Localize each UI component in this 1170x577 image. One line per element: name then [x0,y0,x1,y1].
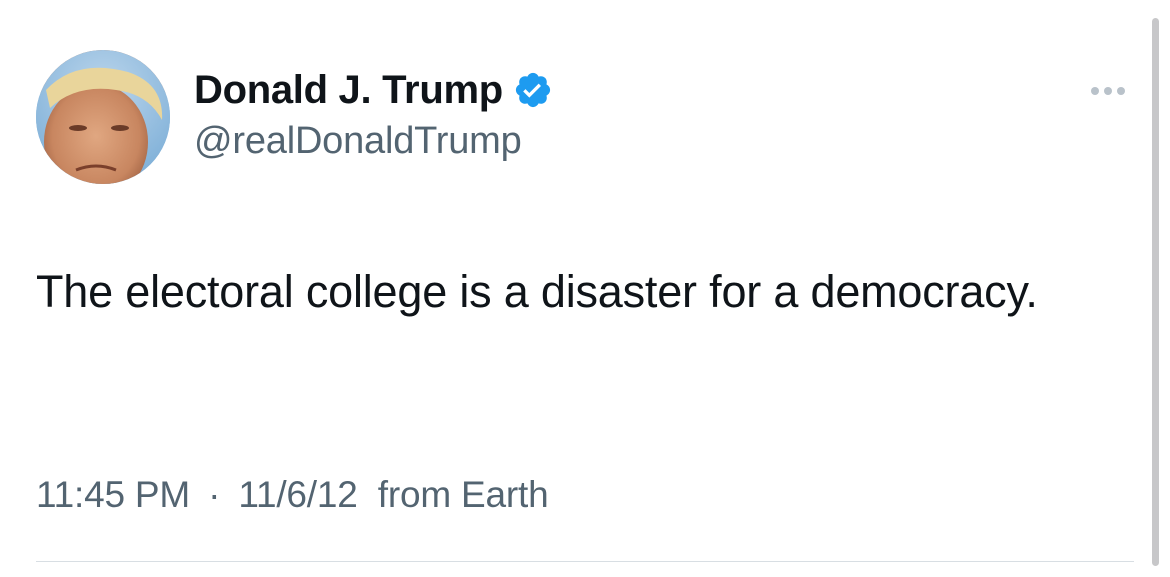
tweet-source: from Earth [377,474,549,515]
tweet-text: The electoral college is a disaster for … [36,266,1038,317]
divider [36,561,1134,562]
more-dot-icon [1104,87,1112,95]
author-display-name[interactable]: Donald J. Trump [194,68,503,113]
avatar-photo-icon [36,50,170,184]
more-dot-icon [1117,87,1125,95]
verified-badge-icon[interactable] [513,70,553,110]
more-dot-icon [1091,87,1099,95]
avatar[interactable] [36,50,170,184]
tweet-meta: 11:45 PM · 11/6/12 from Earth [36,474,549,516]
more-options-button[interactable] [1080,76,1136,106]
meta-separator: · [208,474,221,515]
tweet-date[interactable]: 11/6/12 [238,474,358,515]
author-handle[interactable]: @realDonaldTrump [194,120,522,163]
tweet-card: Donald J. Trump @realDonaldTrump The ele… [0,0,1170,577]
author-name-row: Donald J. Trump [194,64,553,116]
scrollbar[interactable] [1152,18,1159,566]
tweet-time[interactable]: 11:45 PM [36,474,190,515]
